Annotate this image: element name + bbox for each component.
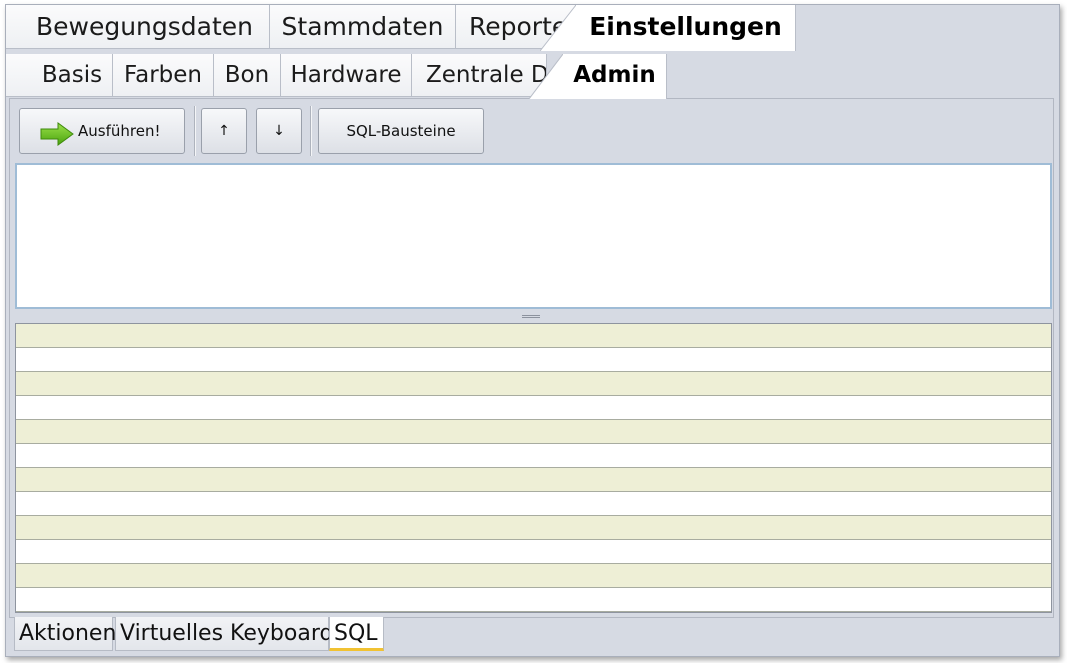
- app-window: Bewegungsdaten Stammdaten Reporte Einste…: [5, 4, 1060, 657]
- toolbar-separator: [310, 106, 312, 156]
- tab-zentrale-dp[interactable]: Zentrale DP: [412, 54, 547, 97]
- execute-button[interactable]: Ausführen!: [19, 108, 185, 154]
- table-row[interactable]: [16, 516, 1051, 540]
- results-grid[interactable]: [15, 323, 1052, 613]
- settings-tab-bar: Basis Farben Bon Hardware Zentrale DP Ad…: [6, 52, 1059, 99]
- sql-blocks-button[interactable]: SQL-Bausteine: [318, 108, 484, 154]
- execute-label: Ausführen!: [78, 122, 161, 140]
- move-down-button[interactable]: ↓: [256, 108, 302, 154]
- table-row[interactable]: [16, 324, 1051, 348]
- admin-panel: Ausführen! ↑ ↓ SQL-Bausteine: [9, 98, 1054, 618]
- tab-hardware[interactable]: Hardware: [281, 54, 412, 97]
- table-row[interactable]: [16, 468, 1051, 492]
- bottom-tab-bar: Aktionen Virtuelles Keyboard SQL: [6, 617, 1059, 655]
- table-row[interactable]: [16, 420, 1051, 444]
- main-tab-bar: Bewegungsdaten Stammdaten Reporte Einste…: [6, 5, 1059, 51]
- sql-toolbar: Ausführen! ↑ ↓ SQL-Bausteine: [10, 99, 1053, 163]
- tab-sql[interactable]: SQL: [329, 617, 384, 651]
- move-up-button[interactable]: ↑: [201, 108, 247, 154]
- table-row[interactable]: [16, 396, 1051, 420]
- table-row[interactable]: [16, 588, 1051, 612]
- table-row[interactable]: [16, 444, 1051, 468]
- tab-bewegungsdaten[interactable]: Bewegungsdaten: [6, 5, 270, 49]
- table-row[interactable]: [16, 348, 1051, 372]
- sql-editor[interactable]: [15, 163, 1052, 309]
- green-right-arrow-icon: [40, 119, 74, 163]
- table-row[interactable]: [16, 492, 1051, 516]
- tab-admin[interactable]: Admin: [563, 54, 667, 99]
- toolbar-separator: [194, 106, 196, 156]
- tab-einstellungen[interactable]: Einstellungen: [576, 5, 796, 51]
- table-row[interactable]: [16, 540, 1051, 564]
- table-row[interactable]: [16, 372, 1051, 396]
- tab-bon[interactable]: Bon: [214, 54, 281, 97]
- tab-stammdaten[interactable]: Stammdaten: [270, 5, 456, 49]
- tab-basis[interactable]: Basis: [6, 54, 113, 97]
- splitter-handle[interactable]: [522, 315, 540, 318]
- tab-aktionen[interactable]: Aktionen: [14, 617, 116, 651]
- table-row[interactable]: [16, 564, 1051, 588]
- tab-farben[interactable]: Farben: [113, 54, 214, 97]
- tab-virtuelles-keyboard[interactable]: Virtuelles Keyboard: [115, 617, 333, 651]
